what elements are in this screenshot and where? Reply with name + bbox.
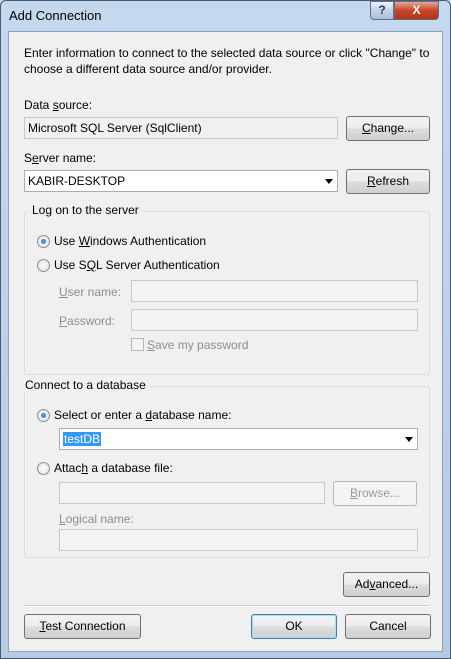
attach-file-label[interactable]: Attach a database file: xyxy=(54,461,173,475)
data-source-field: Microsoft SQL Server (SqlClient) xyxy=(24,117,338,139)
attach-file-input[interactable] xyxy=(59,482,325,504)
radio-selected-dot xyxy=(41,239,46,244)
title-bar[interactable]: Add Connection ? X xyxy=(1,1,450,31)
select-database-label[interactable]: Select or enter a database name: xyxy=(54,408,231,422)
change-button[interactable]: Change... xyxy=(346,116,430,141)
refresh-button[interactable]: Refresh xyxy=(346,169,430,194)
logon-group-title: Log on to the server xyxy=(29,203,142,217)
database-name-value: testDB xyxy=(63,432,102,446)
advanced-button[interactable]: Advanced... xyxy=(343,572,430,597)
help-button[interactable]: ? xyxy=(370,1,394,20)
select-database-radio[interactable] xyxy=(37,409,50,422)
add-connection-dialog: Add Connection ? X Enter information to … xyxy=(0,0,451,659)
intro-text: Enter information to connect to the sele… xyxy=(24,46,430,76)
ok-button[interactable]: OK xyxy=(251,614,337,639)
logical-name-input[interactable] xyxy=(59,529,418,551)
save-password-label: Save my password xyxy=(147,338,249,352)
data-source-label: Data source: xyxy=(24,98,93,112)
chevron-down-icon[interactable] xyxy=(325,179,333,184)
test-connection-button[interactable]: Test Connection xyxy=(24,614,141,639)
user-name-label: User name: xyxy=(59,285,122,299)
sql-auth-radio[interactable] xyxy=(37,259,50,272)
windows-auth-radio[interactable] xyxy=(37,235,50,248)
logical-name-label: Logical name: xyxy=(59,512,134,526)
dialog-body: Enter information to connect to the sele… xyxy=(8,31,443,652)
help-icon: ? xyxy=(378,3,386,17)
password-label: Password: xyxy=(59,314,116,328)
server-name-combobox[interactable]: KABIR-DESKTOP xyxy=(24,170,338,192)
cancel-button[interactable]: Cancel xyxy=(345,614,431,639)
close-button[interactable]: X xyxy=(394,1,439,20)
sql-auth-label[interactable]: Use SQL Server Authentication xyxy=(54,258,220,272)
attach-file-radio[interactable] xyxy=(37,462,50,475)
database-group-title: Connect to a database xyxy=(22,378,149,392)
radio-selected-dot xyxy=(41,413,46,418)
server-name-value: KABIR-DESKTOP xyxy=(28,174,126,188)
password-input[interactable] xyxy=(131,309,418,331)
save-password-checkbox[interactable] xyxy=(131,338,144,351)
user-name-input[interactable] xyxy=(131,280,418,302)
separator xyxy=(24,605,430,607)
database-name-combobox[interactable]: testDB xyxy=(59,428,418,450)
browse-button[interactable]: Browse... xyxy=(333,481,417,506)
window-title: Add Connection xyxy=(9,8,102,23)
chevron-down-icon[interactable] xyxy=(405,437,413,442)
close-icon: X xyxy=(412,3,421,17)
windows-auth-label[interactable]: Use Windows Authentication xyxy=(54,234,206,248)
server-name-label: Server name: xyxy=(24,151,97,165)
